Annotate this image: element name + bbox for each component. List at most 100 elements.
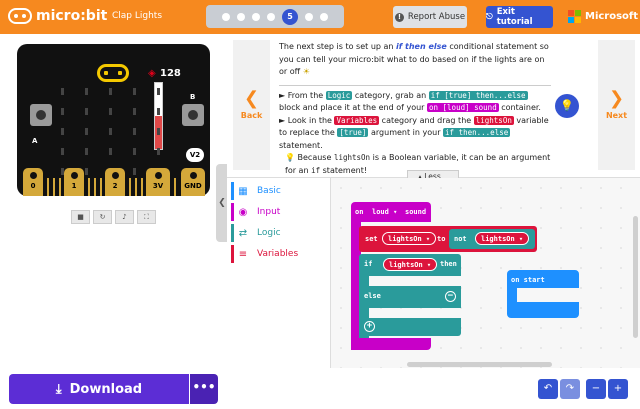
target-icon: ◉ [238, 206, 248, 218]
toolbox-category-logic[interactable]: ⇄ Logic [231, 224, 281, 242]
microbit-logo[interactable]: micro:bit [8, 8, 107, 24]
step-dot[interactable] [222, 12, 230, 21]
small-pin [129, 178, 131, 196]
download-label: Download [69, 381, 143, 397]
led-matrix [50, 88, 170, 175]
button-b[interactable] [182, 104, 204, 126]
info-icon: ! [394, 12, 404, 22]
shuffle-icon: ⇄ [238, 227, 248, 239]
sound-dropdown[interactable]: loud ▾ [372, 208, 397, 216]
text: statement! [320, 165, 368, 175]
category-color-bar [231, 203, 234, 221]
remove-else-icon[interactable]: − [445, 291, 456, 302]
mute-icon[interactable]: ♪ [115, 210, 134, 224]
set-label: set [365, 235, 378, 243]
logic-category-chip: Logic [325, 90, 353, 100]
led [108, 88, 112, 95]
light-level-value: 128 [160, 68, 181, 79]
led [84, 148, 88, 155]
set-var-dropdown[interactable]: lightsOn ▾ [382, 232, 437, 245]
microsoft-logo[interactable]: Microsoft [568, 10, 638, 23]
to-label: to [437, 235, 446, 243]
stop-icon[interactable]: ■ [71, 210, 90, 224]
sun-icon: ☀ [302, 67, 310, 76]
microbit-face-icon [8, 8, 32, 24]
zoom-out-icon[interactable]: − [586, 379, 606, 399]
workspace-vertical-scrollbar[interactable] [633, 216, 638, 338]
button-a[interactable] [30, 104, 52, 126]
workspace-horizontal-scrollbar[interactable] [407, 362, 552, 367]
small-pin [174, 178, 176, 196]
button-a-label: A [32, 137, 38, 145]
toolbox-category-variables[interactable]: ≡ Variables [231, 245, 298, 263]
if-then-else-chip: if [true] then...else [428, 90, 528, 100]
var-name: lightsOn ▾ [481, 234, 524, 243]
if-condition-variable[interactable]: lightsOn ▾ [383, 258, 438, 271]
pin-0[interactable]: 0 [23, 168, 43, 196]
download-button[interactable]: ⤓ Download [9, 374, 189, 404]
led [108, 128, 112, 135]
add-else-if-icon[interactable]: + [364, 321, 375, 332]
var-name: lightsOn ▾ [389, 260, 432, 269]
code-workspace[interactable]: on loud ▾ sound set lightsOn ▾ to not li… [331, 178, 640, 368]
text: category, grab an [352, 90, 429, 100]
project-name: Clap Lights [112, 11, 163, 21]
chevron-left-icon: ❮ [243, 87, 260, 109]
category-label: Variables [257, 249, 299, 259]
tutorial-bullet-2: ► Look in the Variables category and dra… [279, 115, 551, 153]
step-dot[interactable] [267, 12, 275, 21]
not-arg-variable[interactable]: lightsOn ▾ [475, 232, 530, 245]
step-dot[interactable] [237, 12, 245, 21]
tutorial-back-button[interactable]: ❮ Back [233, 40, 270, 170]
undo-icon[interactable]: ↶ [538, 379, 558, 399]
led [60, 108, 64, 115]
var-name: lightsOn ▾ [388, 234, 431, 243]
hint-lightbulb-button[interactable]: 💡 [555, 94, 579, 118]
step-dot[interactable] [252, 12, 260, 21]
then-label: then [440, 260, 457, 268]
redo-icon[interactable]: ↷ [560, 379, 580, 399]
microsoft-squares-icon [568, 10, 581, 23]
on-start-label: on start [511, 276, 545, 284]
zoom-in-icon[interactable]: + [608, 379, 628, 399]
text: ► Look in the [279, 115, 335, 125]
toolbox-category-input[interactable]: ◉ Input [231, 203, 280, 221]
pin-gnd[interactable]: GND [181, 168, 205, 196]
led [84, 88, 88, 95]
small-pin [100, 178, 102, 196]
led [132, 108, 136, 115]
led [132, 128, 136, 135]
step-dot-current[interactable]: 5 [282, 8, 298, 25]
lightbulb-icon: 💡 [560, 99, 574, 112]
led [156, 88, 160, 95]
variables-category-chip: Variables [334, 115, 380, 125]
chevron-left-icon: ❮ [218, 198, 226, 208]
step-dot[interactable] [305, 12, 313, 21]
small-pin [94, 178, 96, 196]
restart-icon[interactable]: ↻ [93, 210, 112, 224]
emphasis: if then else [396, 42, 447, 51]
report-abuse-button[interactable]: ! Report Abuse [393, 6, 467, 28]
step-dot[interactable] [320, 12, 328, 21]
download-more-button[interactable]: ••• [190, 374, 218, 404]
category-color-bar [231, 182, 234, 200]
if-then-else-chip: if then...else [443, 128, 511, 137]
tutorial-next-button[interactable]: ❯ Next [598, 40, 635, 170]
grid-icon: ▦ [238, 185, 248, 197]
pin-3v[interactable]: 3V [146, 168, 170, 196]
text: statement. [279, 140, 323, 150]
touch-logo-icon[interactable] [97, 64, 129, 82]
on-sound-block-footer [351, 338, 431, 350]
toolbox-category-basic[interactable]: ▦ Basic [231, 182, 281, 200]
small-pin [47, 178, 49, 196]
lightson-chip: lightsOn [473, 115, 514, 125]
text: block and place it at the end of your [279, 103, 427, 112]
lightbulb-icon: 💡 [285, 153, 295, 162]
pin-2[interactable]: 2 [105, 168, 125, 196]
tutorial-panel: ❮ Back The next step is to set up an if … [227, 34, 640, 178]
fullscreen-icon[interactable]: ⛶ [137, 210, 156, 224]
exit-tutorial-button[interactable]: ⎋ Exit tutorial [486, 6, 553, 28]
else-label: else [364, 292, 381, 300]
small-pin [141, 178, 143, 196]
pin-1[interactable]: 1 [64, 168, 84, 196]
